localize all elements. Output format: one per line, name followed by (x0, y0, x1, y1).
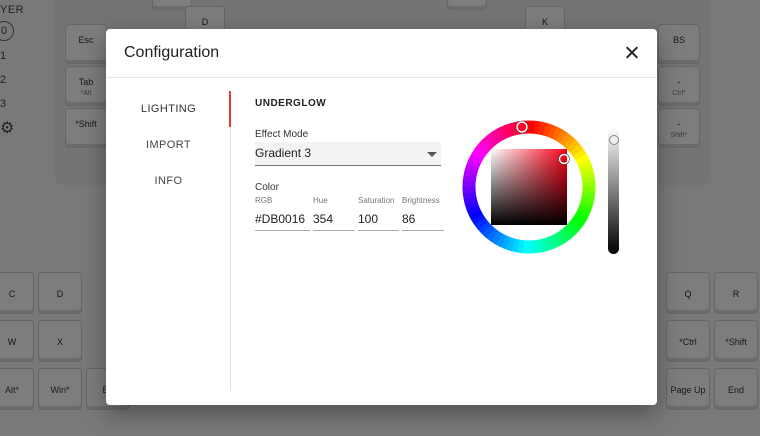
hue-ring-segment (547, 124, 558, 139)
hue-ring-segment (569, 217, 584, 230)
brightness-slider[interactable] (608, 127, 619, 254)
effect-mode-select[interactable]: Gradient 3 (255, 142, 441, 166)
hue-ring-segment (466, 158, 481, 169)
hue-ring-segment (569, 144, 584, 157)
section-title: UNDERGLOW (255, 98, 327, 109)
tab-info[interactable]: INFO (106, 175, 231, 187)
hue-ring-segment (563, 136, 577, 150)
hue-ring-segment (477, 221, 492, 235)
hue-ring-segment (581, 191, 596, 199)
hue-ring-segment (506, 122, 516, 137)
color-wheel-picker[interactable] (460, 118, 598, 256)
hue-ring-segment (463, 169, 478, 178)
hue-ring-segment (471, 148, 486, 161)
hue-ring-segment (500, 124, 511, 139)
hue-ring-segment (572, 148, 587, 161)
close-icon[interactable] (621, 42, 643, 64)
hue-label: Hue (313, 196, 328, 205)
rgb-label: RGB (255, 196, 273, 205)
hue-ring-segment (462, 175, 477, 183)
hue-ring-segment (551, 233, 563, 248)
hue-ring-segment (538, 121, 547, 136)
hue-ring-segment (575, 153, 590, 165)
hue-ring-segment (464, 200, 479, 210)
hue-ring-segment (580, 196, 595, 205)
hue-ring-segment (577, 205, 592, 216)
hue-ring-segment (464, 163, 479, 174)
hue-ring-segment (490, 129, 503, 144)
hue-ring-segment (517, 239, 525, 254)
brightness-input[interactable]: 86 (402, 210, 444, 231)
hue-ring-segment (468, 209, 483, 221)
effect-mode-label: Effect Mode (255, 129, 309, 140)
brightness-label: Brightness (402, 196, 440, 205)
hue-ring-segment (471, 213, 486, 226)
hue-ring-segment (563, 224, 577, 239)
saturation-input[interactable]: 100 (358, 210, 399, 231)
hue-ring-segment (579, 164, 594, 174)
tab-import[interactable]: IMPORT (106, 139, 231, 151)
hue-ring-segment (533, 239, 541, 254)
hue-ring-segment (490, 230, 503, 245)
tab-lighting[interactable]: LIGHTING (106, 103, 231, 115)
hue-ring-segment (575, 209, 590, 221)
hue-ring-segment (505, 237, 516, 252)
hue-ring-segment (566, 221, 580, 235)
hue-ring-segment (481, 135, 495, 150)
hue-ring-segment (486, 227, 499, 242)
nav-divider (230, 91, 231, 391)
color-label: Color (255, 182, 279, 193)
hue-ring-segment (478, 139, 492, 153)
chevron-down-icon (427, 152, 437, 157)
hue-ring-segment (474, 217, 489, 230)
hue-ring-segment (500, 235, 511, 250)
hue-ring-segment (579, 200, 594, 211)
hue-ring-segment (537, 238, 547, 253)
hue-ring-segment (542, 122, 553, 137)
hue-ring-segment (463, 195, 478, 205)
hue-ring-segment (566, 139, 581, 153)
hue-input[interactable]: 354 (313, 210, 355, 231)
hue-ring-segment (474, 144, 489, 157)
hue-ring-segment (495, 126, 507, 141)
hue-ring-segment (580, 169, 595, 179)
hue-ring-segment (547, 235, 558, 250)
hue-ring-segment (511, 238, 520, 253)
hue-ring-segment (481, 224, 495, 238)
rgb-input[interactable]: #DB0016 (255, 210, 310, 231)
hue-ring-segment (468, 153, 483, 165)
hue-ring-segment (542, 237, 552, 252)
hue-ring-segment (495, 233, 507, 248)
hue-ring-segment (462, 191, 477, 199)
effect-mode-value: Gradient 3 (255, 146, 312, 160)
brightness-gradient (491, 149, 567, 225)
hue-ring-segment (559, 132, 572, 147)
brightness-slider-thumb[interactable] (609, 135, 619, 145)
configuration-dialog: Configuration LIGHTING IMPORT INFO UNDER… (106, 29, 657, 405)
hue-ring-segment (559, 227, 572, 242)
hue-ring-segment (572, 213, 587, 226)
hue-ring-segment (533, 120, 541, 135)
hue-ring-segment (486, 132, 499, 147)
hue-ring-segment (517, 120, 525, 135)
hue-ring-segment (555, 129, 568, 144)
hue-ring-segment (581, 175, 596, 183)
hue-ring-segment (466, 205, 481, 216)
divider (106, 77, 657, 78)
saturation-label: Saturation (358, 196, 395, 205)
dialog-title: Configuration (124, 44, 220, 61)
hue-ring-segment (551, 126, 563, 141)
hue-ring-segment (577, 158, 592, 169)
hue-ring-segment (555, 230, 568, 245)
